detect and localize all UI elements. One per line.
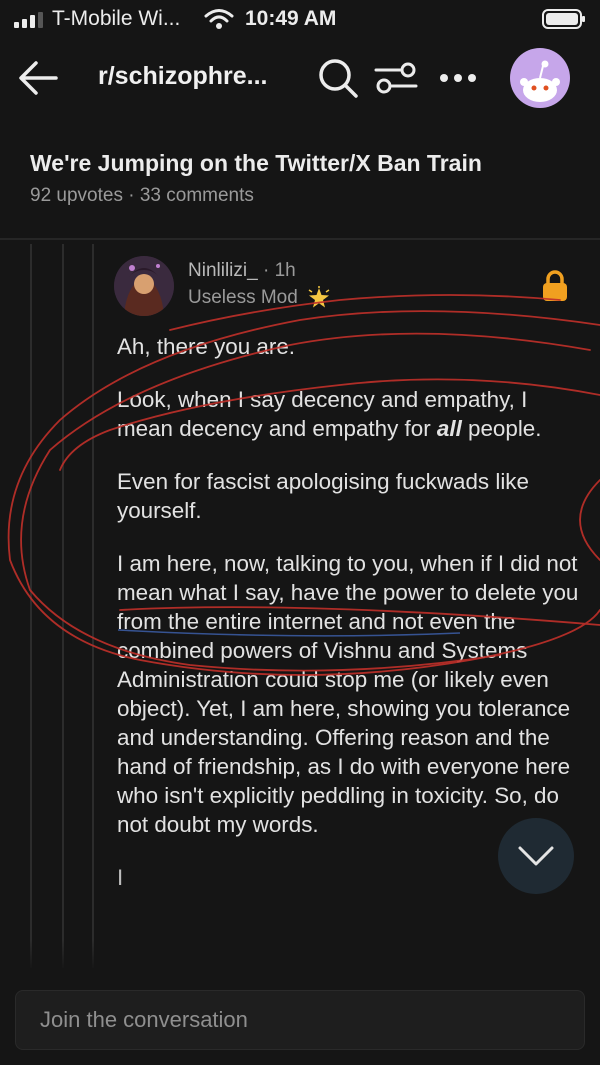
comment-count: 33 comments xyxy=(139,185,254,206)
post-title[interactable]: We're Jumping on the Twitter/X Ban Train xyxy=(30,150,590,177)
search-icon[interactable] xyxy=(316,56,360,100)
post-info: We're Jumping on the Twitter/X Ban Train… xyxy=(30,150,590,207)
more-icon[interactable] xyxy=(436,60,480,96)
content-fade xyxy=(0,940,600,970)
status-bar: T-Mobile Wi... 10:49 AM xyxy=(0,0,600,40)
thread-line[interactable] xyxy=(92,244,94,968)
sparkle-star-icon xyxy=(308,286,330,308)
author-name[interactable]: Ninlilizi_ xyxy=(188,260,258,281)
battery-icon xyxy=(542,9,585,29)
wifi-icon xyxy=(204,9,234,29)
header-divider xyxy=(0,238,600,240)
signal-icon xyxy=(14,12,43,28)
text-span: people. xyxy=(461,416,542,441)
upvote-count: 92 upvotes xyxy=(30,185,123,206)
chevron-down-icon xyxy=(518,846,554,866)
back-arrow-icon[interactable] xyxy=(16,56,60,100)
avatar-art-icon xyxy=(114,256,174,316)
thread-line[interactable] xyxy=(62,244,64,968)
thread-line[interactable] xyxy=(30,244,32,968)
app-header: r/schizophre... xyxy=(0,42,600,122)
filter-icon[interactable] xyxy=(374,58,418,98)
subreddit-title[interactable]: r/schizophre... xyxy=(98,62,267,91)
paragraph: Look, when I say decency and empathy, I … xyxy=(117,385,587,443)
emphasis-text: all xyxy=(436,416,462,441)
meta-separator: · xyxy=(128,185,135,206)
clock: 10:49 AM xyxy=(245,7,337,30)
paragraph: Even for fascist apologising fuckwads li… xyxy=(117,469,529,523)
paragraph: I am here, now, talking to you, when if … xyxy=(117,551,579,837)
lock-icon xyxy=(543,270,567,301)
scroll-down-button[interactable] xyxy=(498,818,574,894)
post-meta: 92 upvotes · 33 comments xyxy=(30,185,590,207)
comment-author[interactable]: Ninlilizi_ · 1h xyxy=(188,260,296,282)
join-conversation-input[interactable] xyxy=(15,990,585,1050)
flair-text: Useless Mod xyxy=(188,287,298,309)
commenter-avatar[interactable] xyxy=(114,256,174,316)
carrier-label: T-Mobile Wi... xyxy=(52,7,181,30)
bottom-bar xyxy=(0,970,600,1065)
user-avatar[interactable] xyxy=(510,48,570,108)
paragraph: Ah, there you are. xyxy=(117,334,295,359)
user-flair: Useless Mod xyxy=(188,286,331,310)
comment-age: · 1h xyxy=(262,260,296,281)
snoo-icon xyxy=(520,60,560,102)
